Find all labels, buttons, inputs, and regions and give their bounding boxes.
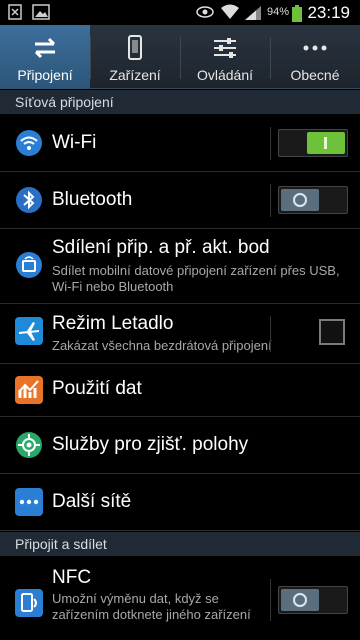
- section-title: Síťová připojení: [15, 94, 114, 110]
- location-row[interactable]: Služby pro zjišť. polohy: [0, 417, 360, 474]
- clock: 23:19: [307, 3, 350, 22]
- tab-connections[interactable]: Připojení: [0, 25, 90, 89]
- bluetooth-row[interactable]: Bluetooth: [0, 172, 360, 229]
- tab-label: Připojení: [17, 67, 73, 83]
- section-header-connect-share: Připojit a sdílet: [0, 532, 360, 556]
- eye-icon: [196, 6, 214, 18]
- tab-controls[interactable]: Ovládání: [180, 25, 270, 89]
- airplane-row[interactable]: Režim Letadlo Zakázat všechna bezdrátová…: [0, 304, 360, 364]
- section-header-network: Síťová připojení: [0, 90, 360, 114]
- airplane-icon: [15, 317, 43, 345]
- row-title: Další sítě: [52, 491, 132, 512]
- tab-device[interactable]: Zařízení: [90, 25, 180, 89]
- controls-icon: [214, 38, 236, 58]
- more-networks-row[interactable]: Další sítě: [0, 474, 360, 531]
- tab-label: Obecné: [290, 67, 340, 83]
- more-icon: [303, 45, 327, 51]
- tab-general[interactable]: Obecné: [270, 25, 360, 89]
- row-title: Použití dat: [52, 378, 142, 399]
- row-title: NFC: [52, 567, 92, 588]
- bluetooth-icon: [16, 187, 42, 213]
- wifi-icon: [16, 130, 42, 156]
- wifi-row[interactable]: Wi-Fi: [0, 115, 360, 172]
- row-subtitle: Umožní výměnu dat, když se zařízením dot…: [52, 591, 251, 622]
- row-title: Služby pro zjišť. polohy: [52, 434, 249, 455]
- nfc-icon: [15, 589, 43, 617]
- section-title: Připojit a sdílet: [15, 536, 107, 552]
- row-subtitle: Sdílet mobilní datové připojení zařízení…: [52, 263, 340, 294]
- battery-icon: [292, 5, 302, 22]
- nfc-switch[interactable]: [278, 586, 348, 614]
- row-subtitle: Zakázat všechna bezdrátová připojení: [52, 338, 272, 353]
- bluetooth-switch[interactable]: [278, 186, 348, 214]
- wifi-icon: [221, 4, 239, 19]
- location-icon: [16, 432, 42, 458]
- data-usage-icon: [15, 376, 43, 404]
- tab-label: Zařízení: [109, 67, 161, 83]
- battery-percent: 94%: [266, 6, 289, 18]
- hotspot-icon: [16, 252, 42, 278]
- more-networks-icon: [15, 488, 43, 516]
- tethering-row[interactable]: Sdílení přip. a př. akt. bod Sdílet mobi…: [0, 229, 360, 304]
- tab-bar: Připojení Zařízení Ovládání Obecné: [0, 25, 360, 89]
- wifi-switch[interactable]: [278, 129, 348, 157]
- nfc-row[interactable]: NFC Umožní výměnu dat, když se zařízením…: [0, 557, 360, 640]
- data-usage-row[interactable]: Použití dat: [0, 364, 360, 417]
- gallery-icon: [32, 4, 50, 20]
- row-title: Bluetooth: [52, 189, 133, 210]
- device-icon: [128, 35, 142, 60]
- signal-icon: [245, 6, 261, 20]
- row-title: Režim Letadlo: [52, 313, 174, 334]
- airplane-checkbox[interactable]: [319, 319, 345, 345]
- sim-icon: [8, 4, 22, 20]
- status-bar: 94% 23:19: [0, 0, 360, 25]
- row-title: Wi-Fi: [52, 132, 97, 153]
- tab-label: Ovládání: [196, 67, 254, 83]
- connections-icon: [34, 37, 56, 59]
- row-title: Sdílení přip. a př. akt. bod: [52, 237, 270, 258]
